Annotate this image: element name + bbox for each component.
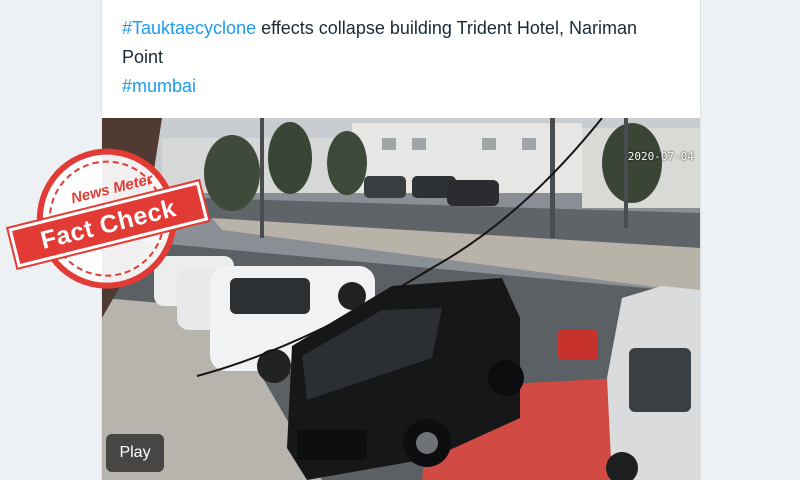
video-timestamp: 2020-07-04	[627, 150, 694, 163]
post-text: #Tauktaecyclone effects collapse buildin…	[122, 14, 682, 101]
hashtag-tauktaecyclone[interactable]: #Tauktaecyclone	[122, 18, 256, 38]
play-button[interactable]: Play	[106, 434, 164, 472]
post-text-line1: effects collapse building Trident Hotel,…	[256, 18, 637, 38]
hashtag-mumbai[interactable]: #mumbai	[122, 76, 196, 96]
post-text-line2: Point	[122, 47, 164, 67]
